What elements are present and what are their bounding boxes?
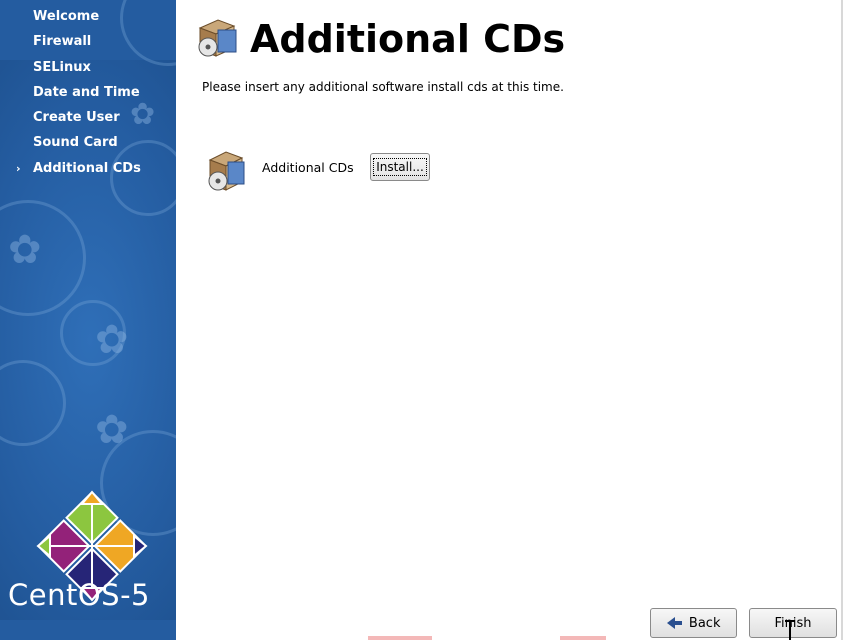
- back-button-label: Back: [688, 615, 721, 631]
- step-label: Additional CDs: [33, 160, 141, 176]
- step-label: SELinux: [33, 59, 91, 75]
- step-list: Welcome Firewall SELinux Date and Time C…: [0, 6, 176, 183]
- install-button-label: Install...: [373, 158, 427, 176]
- brand-wordmark: CentOS-5: [8, 578, 150, 612]
- page-description: Please insert any additional software in…: [202, 80, 564, 94]
- step-item-date-and-time: Date and Time: [0, 82, 176, 107]
- text-cursor-icon: [785, 620, 795, 640]
- decor-flower-icon: ✿: [95, 407, 129, 453]
- step-item-additional-cds: › Additional CDs: [0, 158, 176, 183]
- software-box-cd-icon: [198, 19, 237, 57]
- bottom-decor-strip: [368, 636, 432, 640]
- step-item-sound-card: Sound Card: [0, 132, 176, 157]
- page-title: Additional CDs: [250, 17, 566, 61]
- step-item-selinux: SELinux: [0, 57, 176, 82]
- back-arrow-icon: [666, 617, 682, 629]
- decor-flower-icon: ✿: [8, 227, 42, 273]
- step-label: Firewall: [33, 34, 92, 50]
- additional-cds-label: Additional CDs: [262, 160, 354, 175]
- step-item-welcome: Welcome: [0, 6, 176, 31]
- step-label: Sound Card: [33, 135, 118, 151]
- finish-button[interactable]: Finish: [749, 608, 837, 638]
- current-step-arrow-icon: ›: [16, 161, 21, 175]
- back-button[interactable]: Back: [650, 608, 737, 638]
- bottom-decor-strip: [560, 636, 606, 640]
- install-button[interactable]: Install...: [370, 153, 430, 181]
- step-item-create-user: Create User: [0, 107, 176, 132]
- decor-flower-icon: ✿: [95, 317, 129, 363]
- step-item-firewall: Firewall: [0, 31, 176, 56]
- finish-button-label: Finish: [774, 615, 812, 631]
- main-panel: Additional CDs Please insert any additio…: [176, 0, 843, 640]
- step-label: Welcome: [33, 9, 100, 24]
- step-label: Create User: [33, 110, 120, 126]
- additional-cd-icon: [208, 151, 245, 191]
- sidebar: ✿ ✿ ✿ ✿ Welcome Firewall SELinux Date an…: [0, 0, 176, 640]
- step-label: Date and Time: [33, 84, 140, 100]
